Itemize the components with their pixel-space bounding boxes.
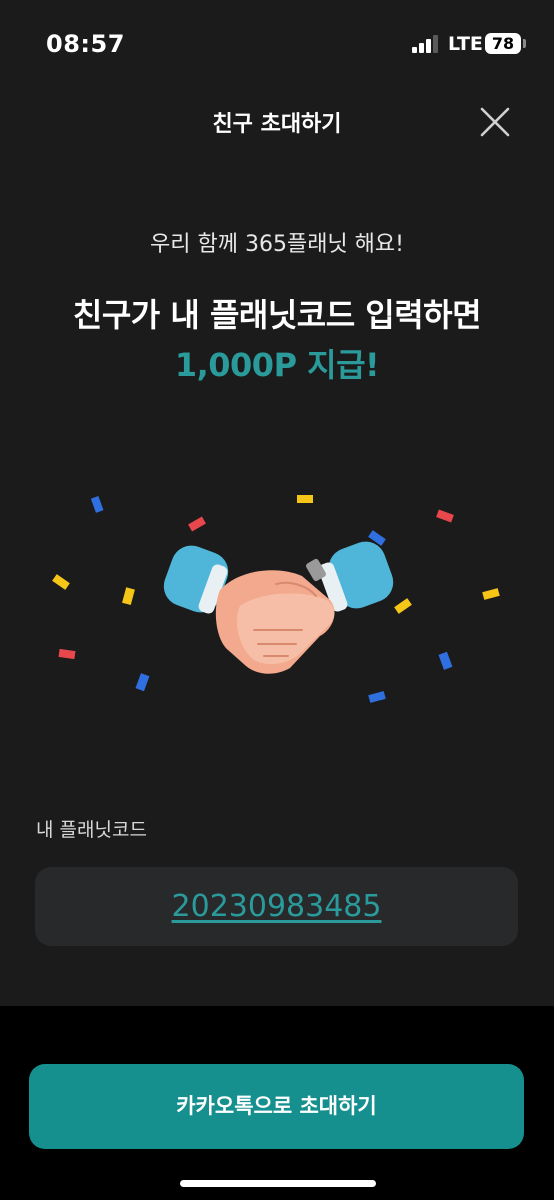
- cellular-signal-icon: [412, 35, 438, 53]
- status-time: 08:57: [46, 30, 125, 58]
- status-bar: 08:57 LTE 78: [0, 0, 554, 90]
- promo-reward: 1,000P 지급!: [174, 346, 380, 384]
- battery-icon: 78: [485, 33, 526, 54]
- home-indicator[interactable]: [180, 1180, 376, 1187]
- handshake-icon: [163, 541, 394, 674]
- battery-level: 78: [491, 34, 515, 53]
- promo-headline: 친구가 내 플래닛코드 입력하면: [72, 296, 482, 334]
- invite-friend-screen: 08:57 LTE 78 친구 초대하기 우리 함께 365플래닛 해요! 친구…: [0, 0, 554, 1200]
- close-icon[interactable]: [476, 103, 514, 141]
- kakaotalk-invite-button[interactable]: 카카오톡으로 초대하기: [29, 1064, 524, 1149]
- page-title: 친구 초대하기: [212, 112, 342, 137]
- code-box: 20230983485: [35, 867, 518, 946]
- promo-subtitle: 우리 함께 365플래닛 해요!: [150, 232, 404, 257]
- planet-code-link[interactable]: 20230983485: [35, 889, 518, 924]
- code-label: 내 플래닛코드: [36, 819, 147, 841]
- handshake-illustration: [52, 495, 500, 703]
- network-type: LTE: [448, 33, 483, 55]
